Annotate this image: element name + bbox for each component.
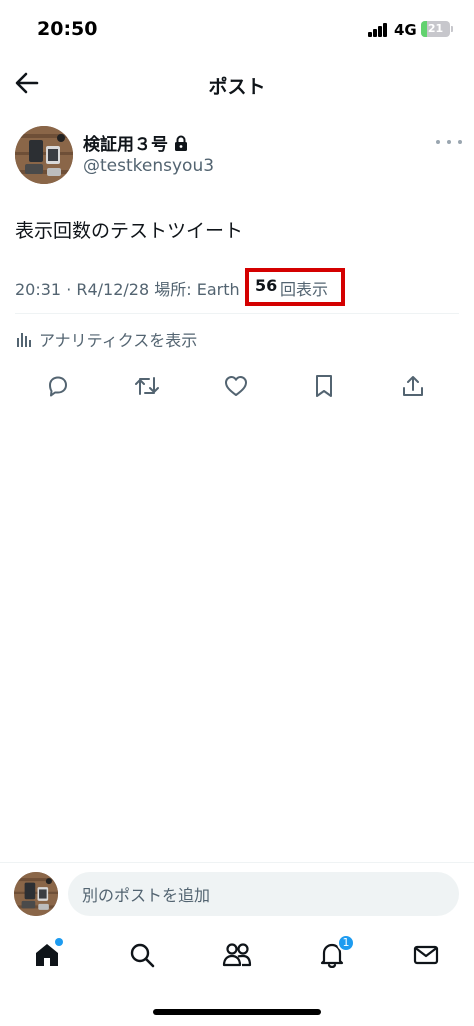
avatar-image [14, 872, 58, 916]
reply-input[interactable]: 別のポストを追加 [68, 872, 459, 916]
post-text: 表示回数のテストツイート [15, 220, 244, 242]
home-icon [36, 944, 58, 966]
battery-level: 21 [427, 22, 444, 35]
bookmark-button[interactable] [310, 372, 338, 400]
bookmark-icon [316, 375, 332, 397]
tab-home[interactable] [27, 930, 67, 980]
heart-icon [225, 376, 247, 396]
post-header: ポスト [0, 60, 474, 108]
views-label: 回表示 [280, 280, 329, 299]
lock-icon [175, 135, 187, 151]
divider [15, 313, 459, 314]
status-time: 20:50 [37, 18, 98, 40]
avatar[interactable] [15, 126, 73, 184]
author-name: 検証用３号 [83, 135, 168, 155]
communities-icon [222, 943, 252, 967]
battery-icon: 21 [421, 21, 450, 37]
post-meta: 20:31 · R4/12/28 場所: Earth [15, 280, 240, 299]
reply-icon [49, 376, 67, 397]
divider [0, 862, 474, 863]
repost-icon [135, 377, 159, 395]
reply-button[interactable] [44, 372, 72, 400]
page-title: ポスト [208, 76, 266, 98]
like-button[interactable] [222, 372, 250, 400]
avatar-image [15, 126, 73, 184]
author-name-row[interactable]: 検証用３号 [83, 130, 188, 155]
repost-button[interactable] [133, 372, 161, 400]
battery-tip [451, 26, 453, 32]
notification-badge: 1 [337, 934, 355, 952]
avatar[interactable] [14, 872, 58, 916]
tab-messages[interactable] [406, 930, 446, 980]
search-icon [130, 943, 155, 968]
home-unread-dot [55, 938, 63, 946]
analytics-icon [17, 333, 31, 347]
status-bar: 20:50 4G 21 [0, 0, 474, 60]
network-label: 4G [394, 21, 417, 39]
more-options-button[interactable] [436, 132, 462, 152]
share-button[interactable] [399, 372, 427, 400]
views-count: 56 [255, 276, 278, 295]
view-analytics-link[interactable]: アナリティクスを表示 [15, 327, 197, 351]
post-action-bar [0, 372, 474, 400]
dot-icon [436, 140, 440, 144]
tab-search[interactable] [122, 930, 162, 980]
mail-icon [413, 945, 439, 965]
dot-icon [458, 140, 462, 144]
signal-icon [368, 23, 388, 37]
home-indicator[interactable] [153, 1009, 321, 1015]
tab-communities[interactable] [217, 930, 257, 980]
dot-icon [447, 140, 451, 144]
share-icon [403, 376, 423, 396]
tab-bar [0, 930, 474, 980]
analytics-label: アナリティクスを表示 [39, 331, 198, 350]
author-handle[interactable]: @testkensyou3 [83, 156, 214, 176]
